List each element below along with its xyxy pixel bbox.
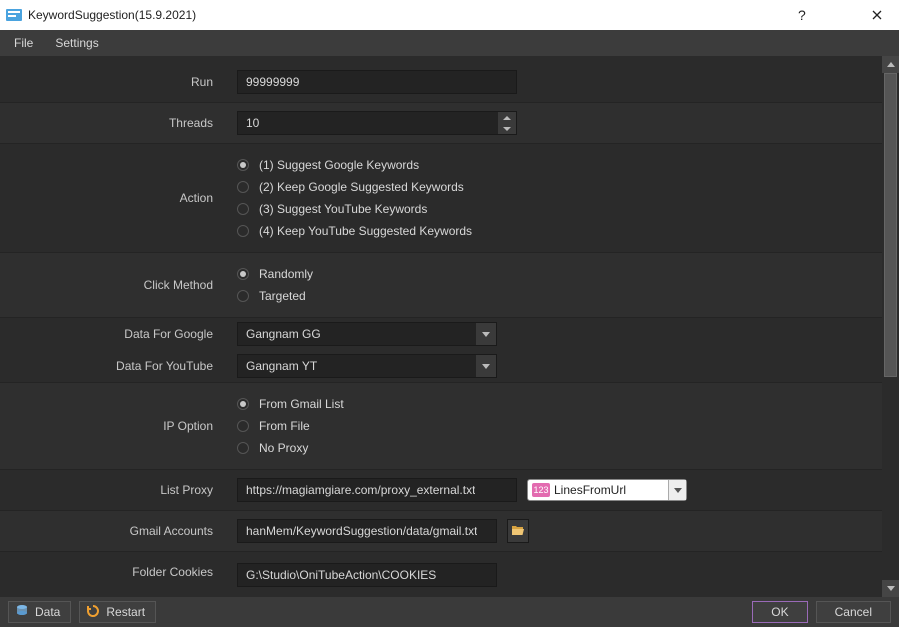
radio-icon bbox=[237, 159, 249, 171]
window-title: KeywordSuggestion(15.9.2021) bbox=[28, 8, 779, 22]
gmail-accounts-browse-button[interactable] bbox=[507, 519, 529, 543]
action-option-3[interactable]: (3) Suggest YouTube Keywords bbox=[237, 202, 472, 216]
radio-icon bbox=[237, 420, 249, 432]
label-gmail-accounts: Gmail Accounts bbox=[0, 511, 225, 551]
row-run: Run 99999999 bbox=[0, 62, 882, 103]
scroll-thumb[interactable] bbox=[884, 73, 897, 377]
row-ip-option: IP Option From Gmail List From File No P… bbox=[0, 383, 882, 470]
label-data-youtube: Data For YouTube bbox=[0, 350, 225, 382]
data-google-dropdown[interactable]: Gangnam GG bbox=[237, 322, 497, 346]
row-click-method: Click Method Randomly Targeted bbox=[0, 253, 882, 318]
list-proxy-expression-dropdown[interactable]: 123 LinesFromUrl bbox=[527, 479, 687, 501]
menu-settings[interactable]: Settings bbox=[45, 33, 108, 53]
radio-icon bbox=[237, 268, 249, 280]
menu-bar: File Settings bbox=[0, 30, 899, 56]
row-action: Action (1) Suggest Google Keywords (2) K… bbox=[0, 144, 882, 253]
row-data-youtube: Data For YouTube Gangnam YT bbox=[0, 350, 882, 383]
label-run: Run bbox=[0, 62, 225, 102]
close-button[interactable] bbox=[854, 0, 899, 30]
menu-file[interactable]: File bbox=[4, 33, 43, 53]
label-folder-cookies: Folder Cookies bbox=[0, 552, 225, 592]
run-input[interactable]: 99999999 bbox=[237, 70, 517, 94]
label-ip-option: IP Option bbox=[0, 383, 225, 469]
gmail-accounts-input[interactable]: hanMem/KeywordSuggestion/data/gmail.txt bbox=[237, 519, 497, 543]
app-icon bbox=[6, 9, 22, 21]
badge-123-icon: 123 bbox=[532, 483, 550, 497]
label-data-google: Data For Google bbox=[0, 318, 225, 350]
restart-icon bbox=[86, 604, 100, 621]
radio-icon bbox=[237, 181, 249, 193]
radio-icon bbox=[237, 225, 249, 237]
list-proxy-input[interactable]: https://magiamgiare.com/proxy_external.t… bbox=[237, 478, 517, 502]
title-bar: KeywordSuggestion(15.9.2021) ? bbox=[0, 0, 899, 30]
row-data-google: Data For Google Gangnam GG bbox=[0, 318, 882, 350]
click-method-targeted[interactable]: Targeted bbox=[237, 289, 313, 303]
row-gmail-accounts: Gmail Accounts hanMem/KeywordSuggestion/… bbox=[0, 511, 882, 552]
folder-cookies-input[interactable]: G:\Studio\OniTubeAction\COOKIES bbox=[237, 563, 497, 587]
ip-option-gmail-list[interactable]: From Gmail List bbox=[237, 397, 344, 411]
action-option-1[interactable]: (1) Suggest Google Keywords bbox=[237, 158, 472, 172]
ok-button[interactable]: OK bbox=[752, 601, 807, 623]
label-threads: Threads bbox=[0, 103, 225, 143]
cancel-button[interactable]: Cancel bbox=[816, 601, 891, 623]
folder-open-icon bbox=[511, 524, 525, 539]
row-threads: Threads 10 bbox=[0, 103, 882, 144]
radio-icon bbox=[237, 203, 249, 215]
scroll-down-button[interactable] bbox=[882, 580, 899, 597]
form-body: Run 99999999 Threads 10 bbox=[0, 56, 899, 597]
vertical-scrollbar[interactable] bbox=[882, 56, 899, 597]
radio-icon bbox=[237, 442, 249, 454]
label-action: Action bbox=[0, 144, 225, 252]
radio-icon bbox=[237, 398, 249, 410]
click-method-randomly[interactable]: Randomly bbox=[237, 267, 313, 281]
label-list-proxy: List Proxy bbox=[0, 470, 225, 510]
data-youtube-dropdown[interactable]: Gangnam YT bbox=[237, 354, 497, 378]
action-option-4[interactable]: (4) Keep YouTube Suggested Keywords bbox=[237, 224, 472, 238]
ip-option-from-file[interactable]: From File bbox=[237, 419, 344, 433]
scroll-up-button[interactable] bbox=[882, 56, 899, 73]
label-click-method: Click Method bbox=[0, 253, 225, 317]
data-button[interactable]: Data bbox=[8, 601, 71, 623]
row-folder-cookies: Folder Cookies G:\Studio\OniTubeAction\C… bbox=[0, 552, 882, 592]
threads-spin-down[interactable] bbox=[498, 123, 516, 134]
svg-text:?: ? bbox=[798, 8, 806, 22]
database-icon bbox=[15, 604, 29, 621]
row-list-proxy: List Proxy https://magiamgiare.com/proxy… bbox=[0, 470, 882, 511]
restart-button[interactable]: Restart bbox=[79, 601, 156, 623]
threads-spin-up[interactable] bbox=[498, 112, 516, 123]
chevron-down-icon bbox=[476, 355, 496, 377]
bottom-bar: Data Restart OK Cancel bbox=[0, 597, 899, 627]
help-button[interactable]: ? bbox=[779, 0, 824, 30]
action-option-2[interactable]: (2) Keep Google Suggested Keywords bbox=[237, 180, 472, 194]
chevron-down-icon bbox=[476, 323, 496, 345]
chevron-down-icon bbox=[668, 480, 686, 500]
threads-input[interactable]: 10 bbox=[237, 111, 517, 135]
radio-icon bbox=[237, 290, 249, 302]
ip-option-no-proxy[interactable]: No Proxy bbox=[237, 441, 344, 455]
